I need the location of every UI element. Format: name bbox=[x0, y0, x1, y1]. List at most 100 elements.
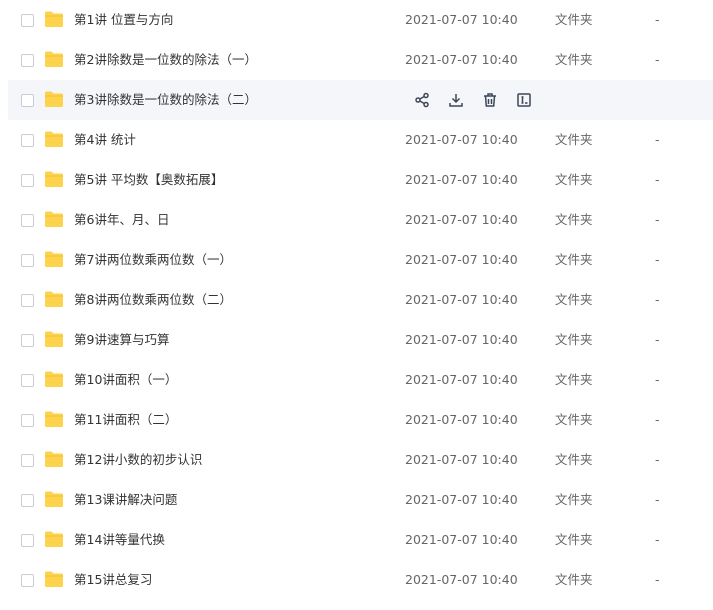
file-size: - bbox=[655, 252, 660, 267]
folder-icon bbox=[45, 531, 63, 547]
file-type: 文件夹 bbox=[555, 492, 593, 507]
modified-date: 2021-07-07 10:40 bbox=[405, 412, 518, 427]
file-size: - bbox=[655, 452, 660, 467]
file-size: - bbox=[655, 532, 660, 547]
folder-icon bbox=[45, 171, 63, 187]
file-size: - bbox=[655, 332, 660, 347]
file-type: 文件夹 bbox=[555, 532, 593, 547]
file-row[interactable]: 第8讲两位数乘两位数（二） 2021-07-07 10:40 文件夹 - bbox=[0, 280, 713, 320]
file-row[interactable]: 第14讲等量代换 2021-07-07 10:40 文件夹 - bbox=[0, 520, 713, 560]
file-row[interactable]: 第5讲 平均数【奥数拓展】 2021-07-07 10:40 文件夹 - bbox=[0, 160, 713, 200]
row-checkbox[interactable] bbox=[21, 454, 34, 467]
file-name[interactable]: 第4讲 统计 bbox=[74, 120, 136, 160]
file-row[interactable]: 第6讲年、月、日 2021-07-07 10:40 文件夹 - bbox=[0, 200, 713, 240]
folder-icon bbox=[45, 491, 63, 507]
file-size: - bbox=[655, 572, 660, 587]
file-row-hovered[interactable]: 第3讲除数是一位数的除法（二） bbox=[8, 80, 713, 120]
row-checkbox[interactable] bbox=[21, 294, 34, 307]
file-type: 文件夹 bbox=[555, 372, 593, 387]
file-size: - bbox=[655, 52, 660, 67]
modified-date: 2021-07-07 10:40 bbox=[405, 452, 518, 467]
folder-icon bbox=[45, 451, 63, 467]
file-name[interactable]: 第11讲面积（二） bbox=[74, 400, 177, 440]
folder-icon bbox=[45, 131, 63, 147]
modified-date: 2021-07-07 10:40 bbox=[405, 292, 518, 307]
file-row[interactable]: 第1讲 位置与方向 2021-07-07 10:40 文件夹 - bbox=[0, 0, 713, 40]
row-checkbox[interactable] bbox=[21, 334, 34, 347]
row-checkbox[interactable] bbox=[21, 254, 34, 267]
file-name[interactable]: 第6讲年、月、日 bbox=[74, 200, 169, 240]
row-checkbox[interactable] bbox=[21, 14, 34, 27]
folder-icon bbox=[45, 211, 63, 227]
file-row[interactable]: 第9讲速算与巧算 2021-07-07 10:40 文件夹 - bbox=[0, 320, 713, 360]
file-row[interactable]: 第7讲两位数乘两位数（一） 2021-07-07 10:40 文件夹 - bbox=[0, 240, 713, 280]
folder-icon bbox=[45, 371, 63, 387]
row-checkbox[interactable] bbox=[21, 54, 34, 67]
rename-icon[interactable] bbox=[507, 80, 541, 120]
folder-icon bbox=[45, 251, 63, 267]
file-name[interactable]: 第1讲 位置与方向 bbox=[74, 0, 173, 40]
file-name[interactable]: 第5讲 平均数【奥数拓展】 bbox=[74, 160, 223, 200]
file-row[interactable]: 第10讲面积（一） 2021-07-07 10:40 文件夹 - bbox=[0, 360, 713, 400]
modified-date: 2021-07-07 10:40 bbox=[405, 172, 518, 187]
file-type: 文件夹 bbox=[555, 52, 593, 67]
row-actions bbox=[405, 80, 541, 120]
file-name[interactable]: 第2讲除数是一位数的除法（一） bbox=[74, 40, 257, 80]
file-type: 文件夹 bbox=[555, 12, 593, 27]
file-size: - bbox=[655, 292, 660, 307]
modified-date: 2021-07-07 10:40 bbox=[405, 532, 518, 547]
share-icon[interactable] bbox=[405, 80, 439, 120]
file-name[interactable]: 第8讲两位数乘两位数（二） bbox=[74, 280, 232, 320]
row-checkbox[interactable] bbox=[21, 134, 34, 147]
folder-icon bbox=[45, 11, 63, 27]
file-size: - bbox=[655, 132, 660, 147]
file-name[interactable]: 第14讲等量代换 bbox=[74, 520, 165, 560]
file-row[interactable]: 第2讲除数是一位数的除法（一） 2021-07-07 10:40 文件夹 - bbox=[0, 40, 713, 80]
modified-date: 2021-07-07 10:40 bbox=[405, 252, 518, 267]
row-checkbox[interactable] bbox=[21, 494, 34, 507]
file-size: - bbox=[655, 492, 660, 507]
file-row[interactable]: 第12讲小数的初步认识 2021-07-07 10:40 文件夹 - bbox=[0, 440, 713, 480]
folder-icon bbox=[45, 91, 63, 107]
file-list: 第1讲 位置与方向 2021-07-07 10:40 文件夹 - 第2讲除数是一… bbox=[0, 0, 713, 600]
file-name[interactable]: 第15讲总复习 bbox=[74, 560, 152, 600]
file-row[interactable]: 第11讲面积（二） 2021-07-07 10:40 文件夹 - bbox=[0, 400, 713, 440]
row-checkbox[interactable] bbox=[21, 414, 34, 427]
file-type: 文件夹 bbox=[555, 332, 593, 347]
row-checkbox[interactable] bbox=[21, 214, 34, 227]
file-type: 文件夹 bbox=[555, 572, 593, 587]
file-row[interactable]: 第15讲总复习 2021-07-07 10:40 文件夹 - bbox=[0, 560, 713, 600]
delete-icon[interactable] bbox=[473, 80, 507, 120]
file-type: 文件夹 bbox=[555, 212, 593, 227]
file-type: 文件夹 bbox=[555, 412, 593, 427]
row-checkbox[interactable] bbox=[21, 94, 34, 107]
row-checkbox[interactable] bbox=[21, 174, 34, 187]
file-type: 文件夹 bbox=[555, 172, 593, 187]
modified-date: 2021-07-07 10:40 bbox=[405, 52, 518, 67]
row-checkbox[interactable] bbox=[21, 374, 34, 387]
file-name[interactable]: 第9讲速算与巧算 bbox=[74, 320, 169, 360]
folder-icon bbox=[45, 411, 63, 427]
file-row[interactable]: 第13课讲解决问题 2021-07-07 10:40 文件夹 - bbox=[0, 480, 713, 520]
modified-date: 2021-07-07 10:40 bbox=[405, 332, 518, 347]
file-name[interactable]: 第7讲两位数乘两位数（一） bbox=[74, 240, 232, 280]
row-checkbox[interactable] bbox=[21, 574, 34, 587]
file-size: - bbox=[655, 172, 660, 187]
modified-date: 2021-07-07 10:40 bbox=[405, 212, 518, 227]
modified-date: 2021-07-07 10:40 bbox=[405, 12, 518, 27]
file-name[interactable]: 第10讲面积（一） bbox=[74, 360, 177, 400]
file-type: 文件夹 bbox=[555, 132, 593, 147]
folder-icon bbox=[45, 51, 63, 67]
file-row[interactable]: 第4讲 统计 2021-07-07 10:40 文件夹 - bbox=[0, 120, 713, 160]
download-icon[interactable] bbox=[439, 80, 473, 120]
file-name[interactable]: 第3讲除数是一位数的除法（二） bbox=[74, 80, 257, 120]
modified-date: 2021-07-07 10:40 bbox=[405, 572, 518, 587]
file-type: 文件夹 bbox=[555, 292, 593, 307]
file-size: - bbox=[655, 212, 660, 227]
row-checkbox[interactable] bbox=[21, 534, 34, 547]
modified-date: 2021-07-07 10:40 bbox=[405, 132, 518, 147]
file-name[interactable]: 第12讲小数的初步认识 bbox=[74, 440, 202, 480]
file-type: 文件夹 bbox=[555, 252, 593, 267]
file-name[interactable]: 第13课讲解决问题 bbox=[74, 480, 177, 520]
modified-date: 2021-07-07 10:40 bbox=[405, 372, 518, 387]
